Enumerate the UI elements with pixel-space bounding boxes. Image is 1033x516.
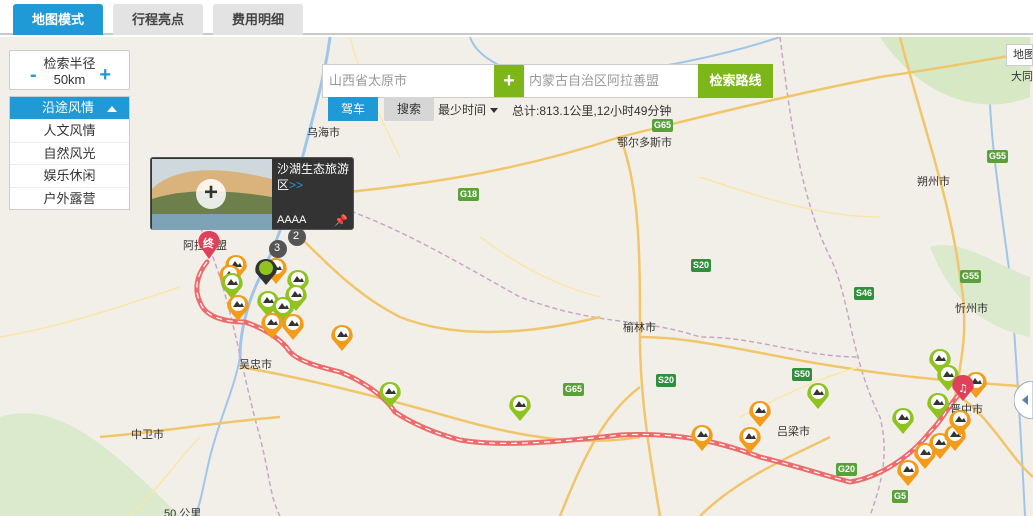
poi-name-text: 沙湖生态旅游区 [277, 162, 350, 192]
origin-input[interactable]: 山西省太原市 [329, 65, 489, 97]
route-total: 总计:813.1公里,12小时49分钟 [512, 104, 672, 118]
poi-marker-orange[interactable] [897, 460, 919, 486]
search-radius-control: 检索半径 50km - + [9, 50, 130, 90]
poi-grade: AAAA [277, 214, 307, 226]
poi-marker-green[interactable] [892, 408, 914, 434]
add-waypoint-button[interactable]: + [494, 65, 524, 97]
radius-decrease-button[interactable]: - [30, 65, 37, 85]
drive-mode-button[interactable]: 驾车 [328, 97, 378, 121]
along-route-title: 沿途风情 [42, 100, 95, 115]
end-marker-label: 终 [203, 238, 214, 250]
radius-title: 检索半径 [43, 56, 96, 71]
tab-trip-highlights[interactable]: 行程亮点 [113, 4, 203, 35]
along-route-header[interactable]: 沿途风情 [10, 97, 129, 119]
pin-icon[interactable]: 📌 [334, 214, 348, 227]
poi-marker-orange[interactable] [691, 425, 713, 451]
poi-marker-green[interactable] [509, 395, 531, 421]
radius-increase-button[interactable]: + [99, 65, 111, 85]
collapse-icon [107, 106, 117, 112]
svg-text:♫: ♫ [958, 382, 968, 395]
poi-marker-green[interactable] [927, 393, 949, 419]
along-item-camping[interactable]: 户外露营 [10, 186, 129, 210]
poi-marker-orange[interactable] [282, 314, 304, 340]
poi-marker-green[interactable] [379, 382, 401, 408]
poi-marker-orange[interactable] [739, 427, 761, 453]
radius-value: 50km [53, 72, 86, 87]
poi-popup: + 沙湖生态旅游区>> AAAA 📌 [150, 157, 354, 230]
along-item-nature[interactable]: 自然风光 [10, 141, 129, 165]
poi-name[interactable]: 沙湖生态旅游区>> [277, 161, 353, 193]
poi-marker-orange[interactable] [261, 313, 283, 339]
tab-cost-details[interactable]: 费用明细 [213, 4, 303, 35]
search-mode-button[interactable]: 搜索 [384, 97, 434, 121]
poi-marker-dark[interactable] [255, 259, 277, 285]
route-search-box: 山西省太原市 + 内蒙古自治区阿拉善盟 [322, 64, 746, 98]
map-type-toggle[interactable]: 地图 [1006, 44, 1033, 66]
poi-marker-orange[interactable] [227, 295, 249, 321]
map-scale: 50 公里 [164, 508, 202, 516]
poi-marker-orange[interactable] [749, 401, 771, 427]
poi-marker-orange[interactable] [331, 325, 353, 351]
search-route-button[interactable]: 检索路线 [698, 64, 773, 98]
poi-more-link[interactable]: >> [289, 178, 303, 192]
mode-tabbar: 地图模式 行程亮点 费用明细 [0, 0, 1033, 35]
along-item-culture[interactable]: 人文风情 [10, 119, 129, 142]
sort-dropdown[interactable]: 最少时间 [438, 101, 499, 118]
sort-label: 最少时间 [438, 103, 487, 117]
poi-marker-green[interactable] [807, 383, 829, 409]
along-item-leisure[interactable]: 娱乐休闲 [10, 164, 129, 187]
destination-input[interactable]: 内蒙古自治区阿拉善盟 [529, 65, 697, 97]
chevron-down-icon [490, 108, 499, 114]
waypoint-label: 2 [293, 230, 300, 242]
tab-map-mode[interactable]: 地图模式 [13, 4, 103, 35]
pan-control[interactable] [1014, 381, 1033, 419]
add-poi-button[interactable]: + [196, 179, 226, 209]
waypoint-label: 3 [274, 242, 281, 254]
along-route-panel: 沿途风情 人文风情 自然风光 娱乐休闲 户外露营 [9, 96, 130, 210]
